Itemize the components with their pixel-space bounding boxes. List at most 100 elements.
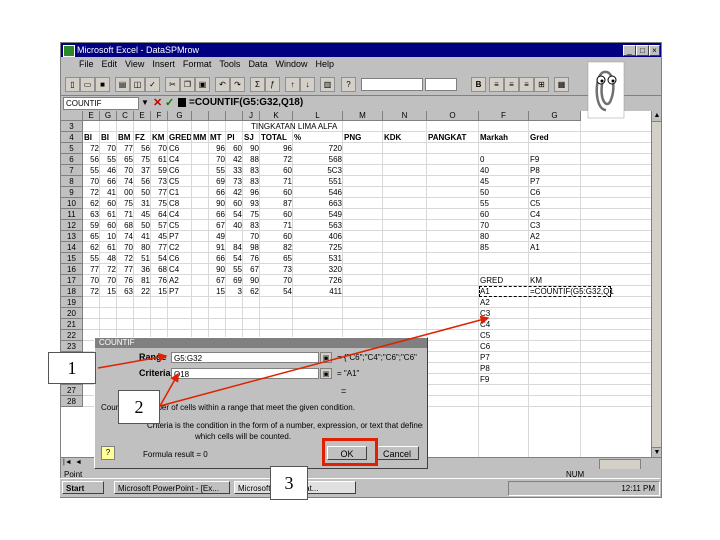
column-label-cell[interactable]: Markah — [480, 132, 528, 143]
cell[interactable]: 56 — [84, 154, 99, 165]
cell[interactable]: 60 — [101, 198, 116, 209]
cell[interactable] — [530, 330, 614, 341]
chart-wizard-icon[interactable]: ▥ — [320, 77, 335, 92]
cell[interactable] — [193, 231, 208, 242]
office-assistant-icon[interactable] — [586, 60, 626, 120]
cell[interactable]: 72 — [261, 154, 292, 165]
column-header[interactable] — [209, 111, 226, 121]
cell[interactable]: 80 — [135, 242, 150, 253]
cell[interactable]: 73 — [152, 176, 167, 187]
menu-help[interactable]: Help — [315, 57, 334, 71]
column-header[interactable]: L — [293, 111, 343, 121]
cell[interactable]: 22 — [135, 286, 150, 297]
cell[interactable]: 00 — [118, 187, 133, 198]
cell[interactable]: C6 — [169, 165, 191, 176]
cell[interactable] — [193, 308, 208, 319]
cell[interactable]: 720 — [294, 143, 342, 154]
cell[interactable]: 37 — [135, 165, 150, 176]
column-header[interactable] — [226, 111, 243, 121]
name-box[interactable]: COUNTIF — [63, 97, 139, 110]
cell[interactable]: 10 — [101, 231, 116, 242]
cell[interactable] — [193, 176, 208, 187]
dialog-help-icon[interactable]: ? — [101, 446, 115, 460]
font-size-select[interactable] — [425, 78, 457, 91]
column-label-cell[interactable]: PANGKAT — [428, 132, 478, 143]
cell[interactable]: 70 — [101, 143, 116, 154]
cell[interactable]: 84 — [227, 242, 242, 253]
cell[interactable] — [530, 374, 614, 385]
cell[interactable]: 72 — [118, 253, 133, 264]
column-header[interactable]: N — [383, 111, 427, 121]
sort-desc-icon[interactable]: ↓ — [300, 77, 315, 92]
cell[interactable] — [294, 297, 342, 308]
cell[interactable]: 45 — [135, 209, 150, 220]
cell[interactable]: 66 — [101, 176, 116, 187]
cell[interactable] — [193, 242, 208, 253]
row-header[interactable]: 9 — [61, 187, 83, 198]
cell[interactable]: 70 — [210, 154, 225, 165]
column-header[interactable]: F — [151, 111, 168, 121]
new-icon[interactable]: ▯ — [65, 77, 80, 92]
column-label-cell[interactable]: GRED — [169, 132, 191, 143]
help-icon[interactable]: ? — [341, 77, 356, 92]
cell[interactable]: 40 — [227, 220, 242, 231]
cell[interactable]: 67 — [244, 264, 259, 275]
redo-icon[interactable]: ↷ — [230, 77, 245, 92]
column-label-cell[interactable]: BM — [118, 132, 133, 143]
cell[interactable]: 55 — [210, 165, 225, 176]
cell[interactable]: 87 — [261, 198, 292, 209]
row-header[interactable]: 19 — [61, 297, 83, 308]
cell[interactable]: 40 — [480, 165, 528, 176]
cell[interactable]: 70 — [84, 275, 99, 286]
cell[interactable]: P7 — [530, 176, 614, 187]
cell[interactable]: 320 — [294, 264, 342, 275]
align-left-icon[interactable]: ≡ — [489, 77, 504, 92]
cell[interactable]: 549 — [294, 209, 342, 220]
cell[interactable]: C6 — [169, 253, 191, 264]
column-label-cell[interactable]: % — [294, 132, 342, 143]
cell[interactable]: 70 — [244, 231, 259, 242]
row-header[interactable]: 4 — [61, 132, 83, 143]
cell[interactable] — [152, 308, 167, 319]
cell[interactable]: 531 — [294, 253, 342, 264]
function-icon[interactable]: ƒ — [265, 77, 280, 92]
column-label-cell[interactable]: Gred — [530, 132, 580, 143]
row-header[interactable]: 3 — [61, 121, 83, 132]
cell[interactable] — [294, 308, 342, 319]
undo-icon[interactable]: ↶ — [215, 77, 230, 92]
column-header[interactable]: K — [260, 111, 293, 121]
preview-icon[interactable]: ◫ — [130, 77, 145, 92]
cell[interactable]: P7 — [169, 231, 191, 242]
cell[interactable] — [193, 187, 208, 198]
menu-tools[interactable]: Tools — [219, 57, 240, 71]
vertical-scrollbar[interactable]: ▲ ▼ — [651, 111, 661, 458]
cell[interactable] — [169, 308, 191, 319]
cell[interactable]: 42 — [227, 154, 242, 165]
cell[interactable] — [530, 319, 614, 330]
cell[interactable]: 69 — [227, 275, 242, 286]
cell[interactable] — [530, 253, 614, 264]
cell[interactable]: 74 — [118, 176, 133, 187]
cell[interactable]: 61 — [101, 209, 116, 220]
cell[interactable] — [193, 275, 208, 286]
cell[interactable]: P7 — [169, 286, 191, 297]
cell[interactable]: 70 — [152, 143, 167, 154]
column-label-cell[interactable]: KDK — [384, 132, 426, 143]
cell[interactable] — [118, 308, 133, 319]
cell[interactable]: 90 — [244, 143, 259, 154]
maximize-button[interactable]: □ — [636, 45, 649, 56]
cut-icon[interactable]: ✂ — [165, 77, 180, 92]
cell[interactable]: C5 — [480, 330, 528, 341]
row-header[interactable]: 28 — [61, 396, 83, 407]
column-header[interactable]: E — [83, 111, 100, 121]
cell[interactable]: 77 — [118, 264, 133, 275]
cell[interactable]: C2 — [169, 242, 191, 253]
cell[interactable]: 63 — [84, 209, 99, 220]
cell[interactable]: 77 — [152, 242, 167, 253]
cell[interactable]: 64 — [152, 209, 167, 220]
row-header[interactable]: 8 — [61, 176, 83, 187]
cell[interactable] — [193, 286, 208, 297]
cell[interactable]: 63 — [118, 286, 133, 297]
align-right-icon[interactable]: ≡ — [519, 77, 534, 92]
column-label-cell[interactable]: BI — [84, 132, 99, 143]
